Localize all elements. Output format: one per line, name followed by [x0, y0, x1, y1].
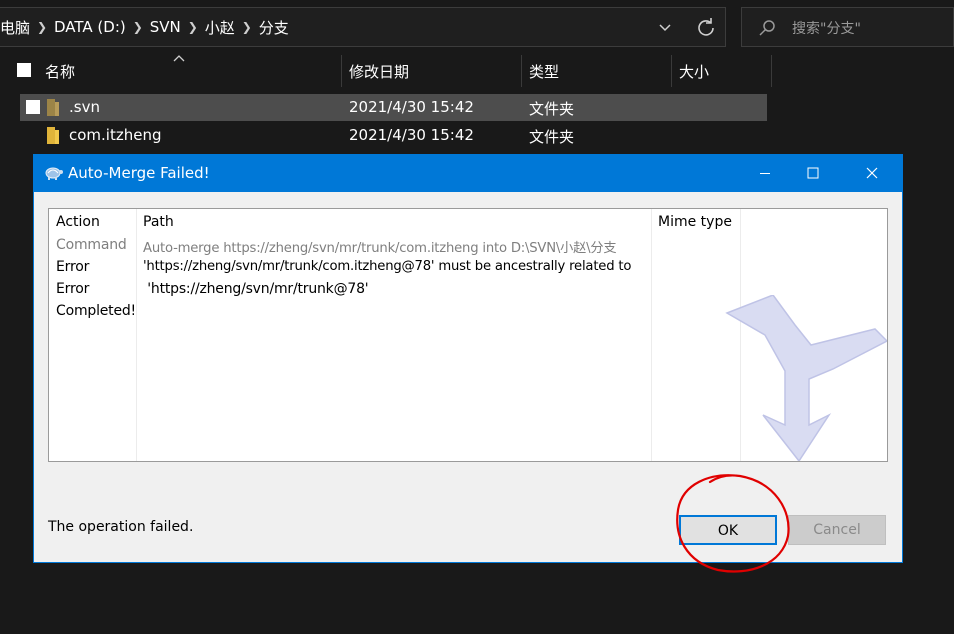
column-divider[interactable]	[341, 55, 342, 87]
breadcrumb-item[interactable]: 电脑	[0, 17, 36, 38]
column-header-date[interactable]: 修改日期	[349, 61, 409, 82]
select-all-checkbox[interactable]	[17, 63, 31, 77]
file-name[interactable]: com.itzheng	[69, 126, 162, 144]
maximize-icon[interactable]	[790, 155, 836, 192]
result-list[interactable]: Action Path Mime type Command Auto-merge…	[48, 208, 888, 462]
column-header-mime[interactable]: Mime type	[658, 214, 732, 230]
dialog-titlebar[interactable]: Auto-Merge Failed!	[34, 155, 902, 192]
tortoise-icon	[45, 167, 63, 180]
address-bar[interactable]: 电脑 ❯ DATA (D:) ❯ SVN ❯ 小赵 ❯ 分支	[0, 7, 726, 47]
breadcrumb-item[interactable]: DATA (D:)	[48, 18, 132, 36]
breadcrumb-item[interactable]: 分支	[253, 17, 295, 38]
column-divider	[651, 209, 652, 461]
search-placeholder: 搜索"分支"	[792, 21, 861, 37]
chevron-right-icon[interactable]: ❯	[132, 20, 144, 34]
dialog-title: Auto-Merge Failed!	[68, 164, 210, 182]
merge-failed-dialog: Auto-Merge Failed! Action Path Mime type…	[33, 154, 903, 563]
column-divider[interactable]	[521, 55, 522, 87]
breadcrumb: 电脑 ❯ DATA (D:) ❯ SVN ❯ 小赵 ❯ 分支	[0, 8, 295, 46]
chevron-down-icon[interactable]	[654, 17, 676, 39]
sort-ascending-icon	[173, 55, 185, 62]
row-action: Completed!	[56, 303, 136, 319]
search-icon	[759, 20, 775, 36]
file-type: 文件夹	[529, 100, 575, 118]
file-row[interactable]: com.itzheng 2021/4/30 15:42 文件夹	[20, 122, 767, 149]
tortoisesvn-logo-watermark	[725, 295, 887, 461]
row-action: Error	[56, 259, 90, 275]
column-divider[interactable]	[671, 55, 672, 87]
cancel-button[interactable]: Cancel	[788, 515, 886, 545]
file-date: 2021/4/30 15:42	[349, 126, 474, 144]
row-path: Auto-merge https://zheng/svn/mr/trunk/co…	[143, 241, 617, 256]
breadcrumb-item[interactable]: SVN	[144, 18, 187, 36]
column-header-name[interactable]: 名称	[45, 61, 75, 82]
chevron-right-icon[interactable]: ❯	[36, 20, 48, 34]
column-divider[interactable]	[771, 55, 772, 87]
folder-icon	[47, 99, 59, 116]
status-message: The operation failed.	[48, 519, 194, 535]
row-action: Command	[56, 237, 127, 253]
column-header-action[interactable]: Action	[56, 214, 100, 230]
minimize-icon[interactable]	[742, 155, 788, 192]
breadcrumb-item[interactable]: 小赵	[199, 17, 241, 38]
column-header-type[interactable]: 类型	[529, 61, 559, 82]
column-divider	[136, 209, 137, 461]
file-row[interactable]: .svn 2021/4/30 15:42 文件夹	[20, 94, 767, 121]
ok-button[interactable]: OK	[679, 515, 777, 545]
row-path: 'https://zheng/svn/mr/trunk@78'	[143, 281, 369, 297]
chevron-right-icon[interactable]: ❯	[187, 20, 199, 34]
chevron-right-icon[interactable]: ❯	[241, 20, 253, 34]
close-icon[interactable]	[849, 155, 895, 192]
row-action: Error	[56, 281, 90, 297]
file-date: 2021/4/30 15:42	[349, 98, 474, 116]
search-input[interactable]: 搜索"分支"	[741, 7, 954, 47]
file-type: 文件夹	[529, 128, 575, 146]
column-header-path[interactable]: Path	[143, 214, 174, 230]
row-checkbox[interactable]	[26, 100, 40, 114]
folder-icon	[47, 127, 59, 144]
column-header-row: 名称 修改日期 类型 大小	[0, 55, 954, 87]
refresh-icon[interactable]	[694, 16, 718, 40]
row-path: 'https://zheng/svn/mr/trunk/com.itzheng@…	[143, 259, 632, 274]
column-header-size[interactable]: 大小	[679, 61, 709, 82]
file-name[interactable]: .svn	[69, 98, 100, 116]
